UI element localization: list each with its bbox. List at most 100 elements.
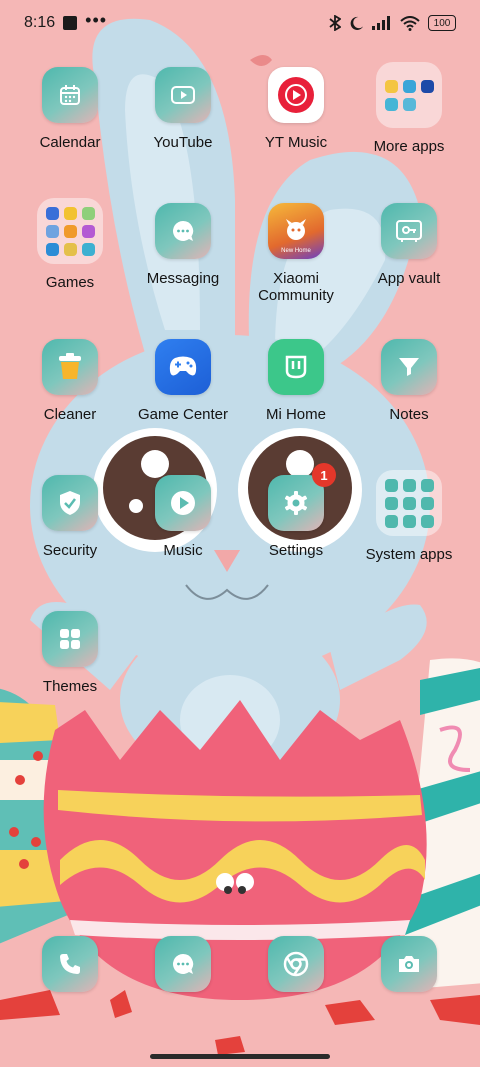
app-security[interactable]: Security <box>14 475 126 559</box>
app-cleaner[interactable]: Cleaner <box>14 339 126 423</box>
folder-mini-icon <box>63 206 77 220</box>
folder-more-apps[interactable]: More apps <box>353 62 465 155</box>
status-right: 100 <box>329 15 456 31</box>
folder-mini-icon <box>420 514 434 528</box>
game-center-label: Game Center <box>137 406 229 423</box>
folder-system-apps[interactable]: System apps <box>353 470 465 563</box>
folder-mini-icon <box>384 478 398 492</box>
youtube-label: YouTube <box>153 134 213 151</box>
dock-camera[interactable] <box>353 936 465 992</box>
app-game-center[interactable]: Game Center <box>127 339 239 423</box>
folder-mini-icon <box>402 514 416 528</box>
calendar-icon <box>60 85 80 105</box>
folder-mini-icon <box>402 496 416 510</box>
cleaner-label: Cleaner <box>43 406 97 423</box>
camera-tile[interactable] <box>381 936 437 992</box>
app-app-vault[interactable]: App vault <box>353 203 465 287</box>
folder-mini-icon <box>384 514 398 528</box>
battery-level: 100 <box>433 17 451 29</box>
more-apps-folder[interactable] <box>376 62 442 128</box>
battery-icon: 100 <box>428 15 456 31</box>
message-bubble-icon <box>173 953 194 974</box>
folder-mini-icon <box>420 496 434 510</box>
app-mi-home[interactable]: Mi Home <box>240 339 352 423</box>
camera-icon <box>399 956 419 972</box>
themes-grid-icon <box>60 629 80 649</box>
game-center-tile[interactable] <box>155 339 211 395</box>
app-youtube[interactable]: YouTube <box>127 67 239 151</box>
games-folder[interactable] <box>37 198 103 264</box>
notification-square-icon <box>63 16 78 30</box>
app-calendar[interactable]: Calendar <box>14 67 126 151</box>
dock-messaging[interactable] <box>127 936 239 992</box>
folder-mini-empty <box>421 98 434 111</box>
messaging-tile[interactable] <box>155 203 211 259</box>
xiaomi-community-label: Xiaomi Community <box>258 270 334 304</box>
folder-mini-icon <box>384 496 398 510</box>
chrome-tile[interactable] <box>268 936 324 992</box>
app-xiaomi-community[interactable]: New Home Xiaomi Community <box>240 203 352 304</box>
settings-label: Settings <box>268 542 324 559</box>
app-settings[interactable]: 1 Settings <box>240 463 352 559</box>
youtube-tile[interactable] <box>155 67 211 123</box>
xiaomi-community-tile[interactable]: New Home <box>268 203 324 259</box>
more-apps-label: More apps <box>373 138 445 155</box>
folder-mini-icon <box>420 478 434 492</box>
mi-home-label: Mi Home <box>265 406 326 423</box>
app-messaging[interactable]: Messaging <box>127 203 239 287</box>
home-gesture-bar[interactable] <box>150 1054 330 1059</box>
dock-phone[interactable] <box>14 936 126 992</box>
messaging-label: Messaging <box>146 270 220 287</box>
folder-mini-icon <box>45 242 59 256</box>
folder-mini-icon <box>402 97 416 111</box>
themes-tile[interactable] <box>42 611 98 667</box>
folder-mini-icon <box>384 79 398 93</box>
folder-mini-icon <box>402 478 416 492</box>
folder-mini-icon <box>81 224 95 238</box>
yt-music-tile[interactable] <box>268 67 324 123</box>
vault-icon <box>396 220 422 242</box>
mi-home-tile[interactable] <box>268 339 324 395</box>
cellular-signal-icon <box>372 16 390 30</box>
music-label: Music <box>163 542 203 559</box>
system-apps-folder[interactable] <box>376 470 442 536</box>
folder-mini-icon <box>420 79 434 93</box>
mi-home-icon <box>285 355 307 379</box>
security-tile[interactable] <box>42 475 98 531</box>
notes-tile[interactable] <box>381 339 437 395</box>
music-play-icon <box>171 491 195 515</box>
themes-label: Themes <box>42 678 98 695</box>
music-tile[interactable] <box>155 475 211 531</box>
settings-notification-badge: 1 <box>312 463 336 487</box>
folder-mini-icon <box>81 242 95 256</box>
system-apps-label: System apps <box>365 546 453 563</box>
app-themes[interactable]: Themes <box>14 611 126 695</box>
dock-chrome[interactable] <box>240 936 352 992</box>
wifi-icon <box>400 15 420 31</box>
folder-mini-icon <box>63 224 77 238</box>
folder-games[interactable]: Games <box>14 198 126 291</box>
gear-icon <box>284 491 308 515</box>
app-notes[interactable]: Notes <box>353 339 465 423</box>
gamepad-icon <box>169 356 197 376</box>
app-vault-tile[interactable] <box>381 203 437 259</box>
phone-icon <box>60 954 80 974</box>
dock-messaging-tile[interactable] <box>155 936 211 992</box>
folder-mini-icon <box>402 79 416 93</box>
security-label: Security <box>42 542 98 559</box>
calendar-label: Calendar <box>39 134 101 151</box>
calendar-tile[interactable] <box>42 67 98 123</box>
status-left: 8:16 ••• <box>24 10 107 32</box>
xiaomi-community-bunny-icon <box>286 219 306 240</box>
phone-tile[interactable] <box>42 936 98 992</box>
settings-tile[interactable]: 1 <box>268 463 336 531</box>
app-music[interactable]: Music <box>127 475 239 559</box>
app-yt-music[interactable]: YT Music <box>240 67 352 151</box>
clock: 8:16 <box>24 14 56 31</box>
folder-mini-icon <box>45 206 59 220</box>
folder-mini-icon <box>384 97 398 111</box>
trash-bin-icon <box>59 353 81 379</box>
cleaner-tile[interactable] <box>42 339 98 395</box>
message-bubble-icon <box>173 220 194 241</box>
yt-music-label: YT Music <box>264 134 328 151</box>
